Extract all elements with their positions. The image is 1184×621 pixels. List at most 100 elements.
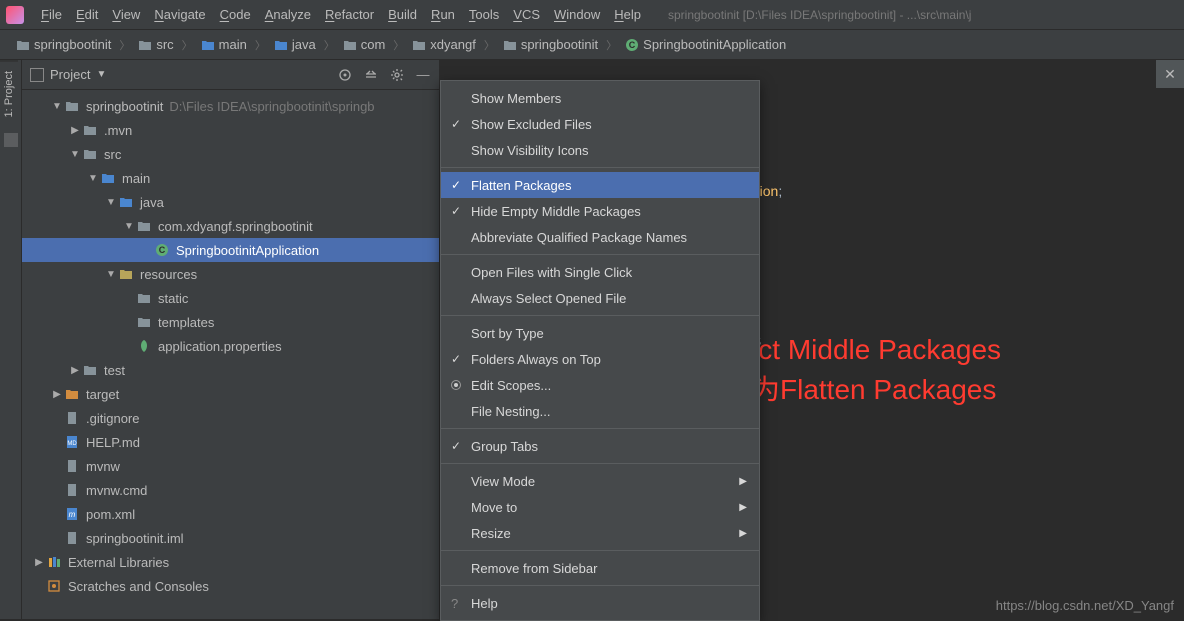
breadcrumb-label: springbootinit bbox=[521, 37, 598, 52]
settings-gear-icon[interactable] bbox=[389, 67, 405, 83]
ctx-item-resize[interactable]: Resize▶ bbox=[441, 520, 759, 546]
tree-twisty-icon[interactable]: ▶ bbox=[32, 557, 46, 568]
tree-twisty-icon[interactable]: ▼ bbox=[86, 173, 100, 184]
breadcrumb-item[interactable]: xdyangf bbox=[406, 35, 482, 54]
tree-row[interactable]: application.properties bbox=[22, 334, 439, 358]
ctx-item-sort-by-type[interactable]: Sort by Type bbox=[441, 320, 759, 346]
tree-row[interactable]: mvnw bbox=[22, 454, 439, 478]
tree-row[interactable]: ▼java bbox=[22, 190, 439, 214]
tree-row[interactable]: .gitignore bbox=[22, 406, 439, 430]
tree-row[interactable]: MDHELP.md bbox=[22, 430, 439, 454]
breadcrumb-item[interactable]: springbootinit bbox=[497, 35, 604, 54]
tree-row[interactable]: ▶External Libraries bbox=[22, 550, 439, 574]
gutter-tab-structure-icon[interactable] bbox=[4, 133, 18, 147]
tree-row[interactable]: templates bbox=[22, 310, 439, 334]
breadcrumb-item[interactable]: CSpringbootinitApplication bbox=[619, 35, 792, 54]
tree-row[interactable]: CSpringbootinitApplication bbox=[22, 238, 439, 262]
ctx-item-group-tabs[interactable]: ✓Group Tabs bbox=[441, 433, 759, 459]
ctx-item-abbreviate-qualified-package-names[interactable]: Abbreviate Qualified Package Names bbox=[441, 224, 759, 250]
file-icon bbox=[64, 410, 80, 426]
ctx-item-move-to[interactable]: Move to▶ bbox=[441, 494, 759, 520]
tree-row[interactable]: ▼resources bbox=[22, 262, 439, 286]
tree-label: test bbox=[104, 363, 125, 378]
collapse-all-icon[interactable] bbox=[363, 67, 379, 83]
tree-row[interactable]: ▼src bbox=[22, 142, 439, 166]
tree-row[interactable]: Scratches and Consoles bbox=[22, 574, 439, 598]
tree-twisty-icon[interactable]: ▼ bbox=[104, 197, 118, 208]
tree-row[interactable]: ▶.mvn bbox=[22, 118, 439, 142]
ctx-item-show-excluded-files[interactable]: ✓Show Excluded Files bbox=[441, 111, 759, 137]
tree-twisty-icon[interactable]: ▶ bbox=[68, 365, 82, 376]
chevron-down-icon[interactable]: ▼ bbox=[96, 69, 106, 80]
close-tab-button[interactable]: ✕ bbox=[1156, 60, 1184, 88]
tree-row[interactable]: ▶ test bbox=[22, 358, 439, 382]
tree-row[interactable]: ▼com.xdyangf.springbootinit bbox=[22, 214, 439, 238]
project-tree[interactable]: ▼springbootinitD:\Files IDEA\springbooti… bbox=[22, 90, 439, 619]
ctx-item-show-visibility-icons[interactable]: Show Visibility Icons bbox=[441, 137, 759, 163]
tree-row[interactable]: springbootinit.iml bbox=[22, 526, 439, 550]
folder-icon bbox=[82, 122, 98, 138]
svg-text:m: m bbox=[69, 510, 76, 519]
tree-twisty-icon[interactable]: ▶ bbox=[50, 389, 64, 400]
class-icon: C bbox=[154, 242, 170, 258]
breadcrumb-item[interactable]: java bbox=[268, 35, 322, 54]
ctx-item-always-select-opened-file[interactable]: Always Select Opened File bbox=[441, 285, 759, 311]
folder-orange-icon bbox=[64, 386, 80, 402]
tree-twisty-icon[interactable]: ▼ bbox=[50, 101, 64, 112]
tree-row[interactable]: ▼springbootinitD:\Files IDEA\springbooti… bbox=[22, 94, 439, 118]
ctx-item-view-mode[interactable]: View Mode▶ bbox=[441, 468, 759, 494]
menu-navigate[interactable]: Navigate bbox=[147, 7, 212, 22]
menu-code[interactable]: Code bbox=[213, 7, 258, 22]
ctx-item-flatten-packages[interactable]: ✓Flatten Packages bbox=[441, 172, 759, 198]
sidebar-title[interactable]: Project bbox=[50, 67, 90, 82]
ctx-item-edit-scopes-[interactable]: Edit Scopes... bbox=[441, 372, 759, 398]
breadcrumb-item[interactable]: springbootinit bbox=[10, 35, 117, 54]
menu-help[interactable]: Help bbox=[607, 7, 648, 22]
menu-build[interactable]: Build bbox=[381, 7, 424, 22]
tree-twisty-icon[interactable]: ▼ bbox=[68, 149, 82, 160]
menu-view[interactable]: View bbox=[105, 7, 147, 22]
gutter-tab-project[interactable]: 1: Project bbox=[0, 60, 18, 127]
menu-refactor[interactable]: Refactor bbox=[318, 7, 381, 22]
tree-row[interactable]: static bbox=[22, 286, 439, 310]
tree-row[interactable]: ▶target bbox=[22, 382, 439, 406]
tree-row[interactable]: ▼main bbox=[22, 166, 439, 190]
tree-row[interactable]: mvnw.cmd bbox=[22, 478, 439, 502]
breadcrumb-item[interactable]: src bbox=[132, 35, 179, 54]
ctx-label: Show Members bbox=[471, 91, 561, 106]
folder-icon bbox=[82, 362, 98, 378]
locate-icon[interactable] bbox=[337, 67, 353, 83]
menu-run[interactable]: Run bbox=[424, 7, 462, 22]
breadcrumb-item[interactable]: com bbox=[337, 35, 392, 54]
menu-file[interactable]: File bbox=[34, 7, 69, 22]
hide-icon[interactable]: — bbox=[415, 67, 431, 83]
ctx-item-open-files-with-single-click[interactable]: Open Files with Single Click bbox=[441, 259, 759, 285]
ctx-item-hide-empty-middle-packages[interactable]: ✓Hide Empty Middle Packages bbox=[441, 198, 759, 224]
tree-twisty-icon[interactable]: ▼ bbox=[122, 221, 136, 232]
ctx-label: Resize bbox=[471, 526, 511, 541]
ctx-item-show-members[interactable]: Show Members bbox=[441, 85, 759, 111]
folder-icon bbox=[138, 38, 152, 52]
folder-blue-icon bbox=[274, 38, 288, 52]
tree-twisty-icon[interactable]: ▼ bbox=[104, 269, 118, 280]
ctx-item-folders-always-on-top[interactable]: ✓Folders Always on Top bbox=[441, 346, 759, 372]
tree-row[interactable]: mpom.xml bbox=[22, 502, 439, 526]
menu-tools[interactable]: Tools bbox=[462, 7, 506, 22]
menu-edit[interactable]: Edit bbox=[69, 7, 105, 22]
breadcrumb-item[interactable]: main bbox=[195, 35, 253, 54]
ctx-label: Open Files with Single Click bbox=[471, 265, 632, 280]
ctx-item-remove-from-sidebar[interactable]: Remove from Sidebar bbox=[441, 555, 759, 581]
ctx-label: Always Select Opened File bbox=[471, 291, 626, 306]
ctx-label: Folders Always on Top bbox=[471, 352, 601, 367]
folder-icon bbox=[136, 290, 152, 306]
ctx-item-help[interactable]: ?Help bbox=[441, 590, 759, 616]
check-icon: ✓ bbox=[451, 204, 461, 218]
menu-window[interactable]: Window bbox=[547, 7, 607, 22]
project-sidebar: Project ▼ — ▼springbootinitD:\Files IDEA… bbox=[22, 60, 440, 619]
folder-icon bbox=[412, 38, 426, 52]
menu-vcs[interactable]: VCS bbox=[506, 7, 547, 22]
tree-label: .gitignore bbox=[86, 411, 139, 426]
tree-twisty-icon[interactable]: ▶ bbox=[68, 125, 82, 136]
ctx-item-file-nesting-[interactable]: File Nesting... bbox=[441, 398, 759, 424]
menu-analyze[interactable]: Analyze bbox=[258, 7, 318, 22]
